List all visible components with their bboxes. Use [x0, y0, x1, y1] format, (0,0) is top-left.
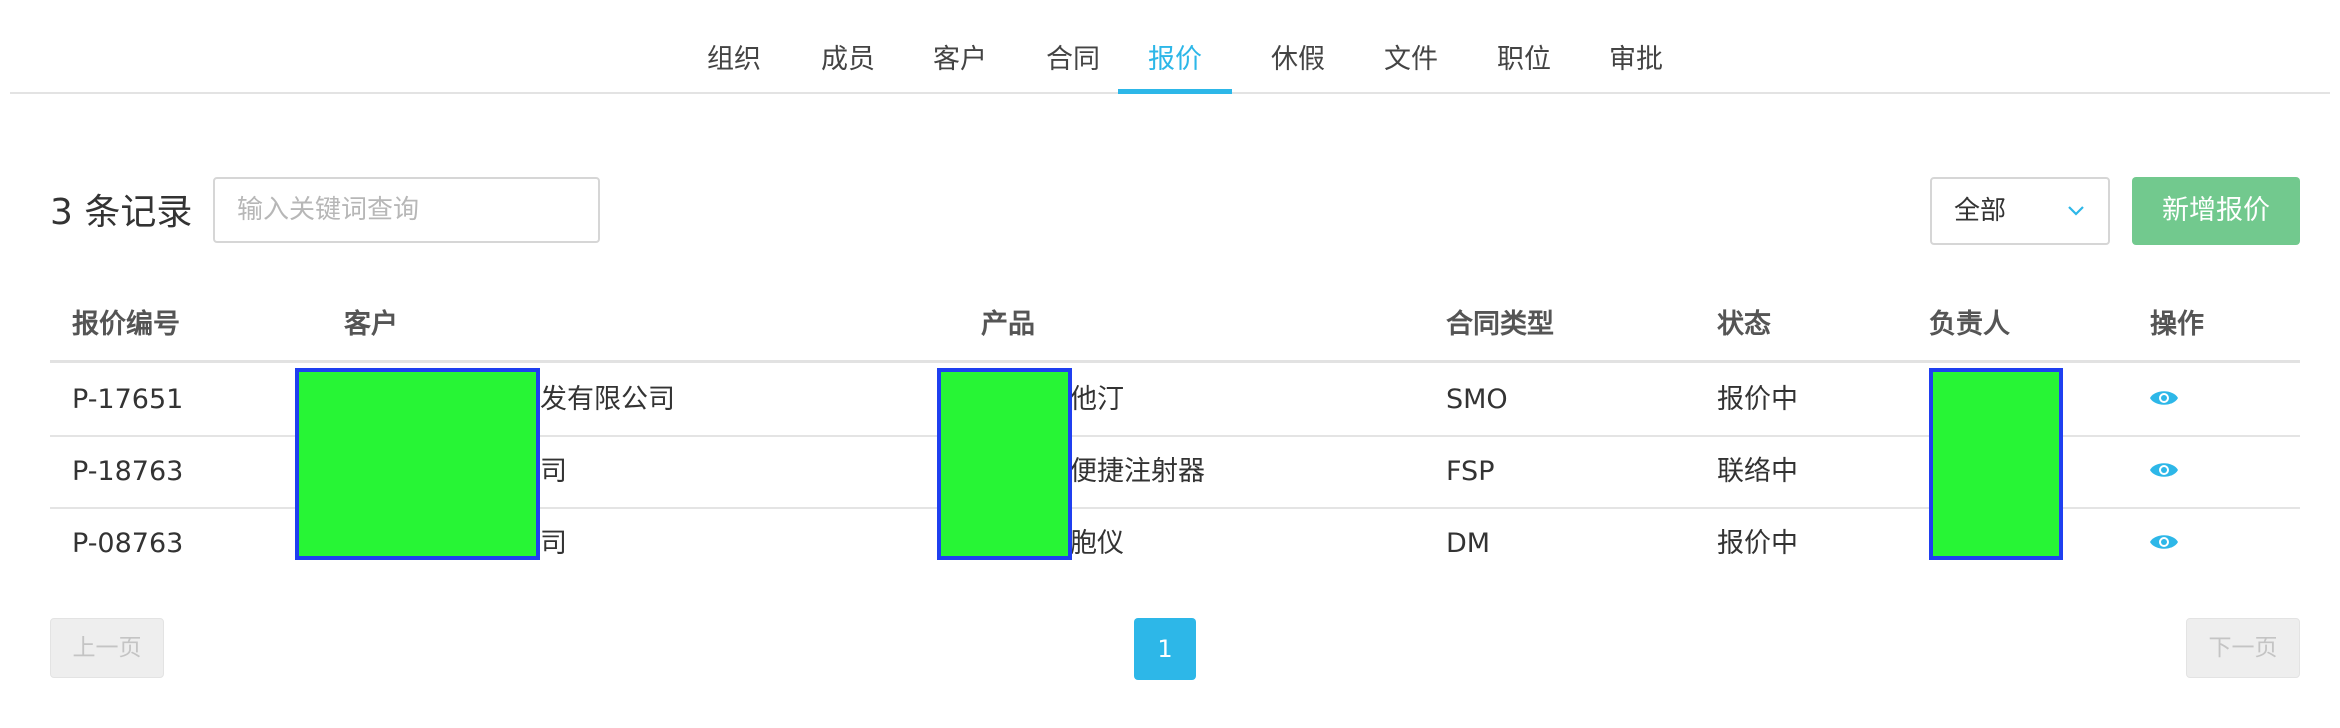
redacted-customer-block — [295, 368, 540, 560]
column-header-status: 状态 — [1717, 309, 1771, 340]
status-text: 报价中 — [1717, 528, 1798, 559]
tab-positions[interactable]: 职位 — [1478, 0, 1570, 92]
column-header-quote-id: 报价编号 — [72, 309, 180, 340]
table-header: 报价编号 客户 产品 合同类型 状态 负责人 操作 — [50, 290, 2300, 363]
customer-name: 司 — [540, 528, 567, 559]
contract-type: FSP — [1446, 456, 1495, 487]
eye-icon[interactable] — [2149, 531, 2179, 553]
product-name: 胞仪 — [1070, 528, 1124, 559]
tab-leave[interactable]: 休假 — [1252, 0, 1344, 92]
add-quote-button[interactable]: 新增报价 — [2132, 177, 2300, 245]
record-count: 3 条记录 — [50, 192, 193, 233]
page-1-button[interactable]: 1 — [1134, 618, 1196, 680]
column-header-product: 产品 — [981, 309, 1035, 340]
chevron-down-icon — [2068, 206, 2084, 216]
product-name: 他汀 — [1070, 384, 1124, 415]
quote-id: P-08763 — [72, 528, 184, 559]
column-header-contract-type: 合同类型 — [1446, 309, 1554, 340]
prev-page-button[interactable]: 上一页 — [50, 618, 164, 678]
column-header-customer: 客户 — [344, 309, 398, 340]
tab-approvals[interactable]: 审批 — [1590, 0, 1682, 92]
contract-type: DM — [1446, 528, 1491, 559]
redacted-product-block — [937, 368, 1072, 560]
product-name: 便捷注射器 — [1070, 456, 1205, 487]
next-page-button[interactable]: 下一页 — [2186, 618, 2300, 678]
top-nav: 组织 成员 客户 合同 报价 休假 文件 职位 审批 — [10, 0, 2330, 94]
contract-type: SMO — [1446, 384, 1508, 415]
redacted-owner-block — [1929, 368, 2063, 560]
tab-quotes[interactable]: 报价 — [1118, 0, 1232, 94]
column-header-actions: 操作 — [2150, 309, 2204, 340]
customer-name: 司 — [540, 456, 567, 487]
tab-organization[interactable]: 组织 — [688, 0, 780, 92]
quote-id: P-17651 — [72, 384, 184, 415]
search-input[interactable] — [213, 177, 600, 243]
tab-files[interactable]: 文件 — [1365, 0, 1457, 92]
eye-icon[interactable] — [2149, 459, 2179, 481]
tab-members[interactable]: 成员 — [802, 0, 894, 92]
tab-customers[interactable]: 客户 — [914, 0, 1006, 92]
eye-icon[interactable] — [2149, 387, 2179, 409]
quote-id: P-18763 — [72, 456, 184, 487]
status-text: 报价中 — [1717, 384, 1798, 415]
status-text: 联络中 — [1717, 456, 1798, 487]
status-filter-select[interactable]: 全部 — [1930, 177, 2110, 245]
customer-name: 发有限公司 — [540, 384, 675, 415]
tab-contracts[interactable]: 合同 — [1027, 0, 1119, 92]
column-header-owner: 负责人 — [1929, 309, 2010, 340]
status-filter-value: 全部 — [1954, 196, 2007, 226]
